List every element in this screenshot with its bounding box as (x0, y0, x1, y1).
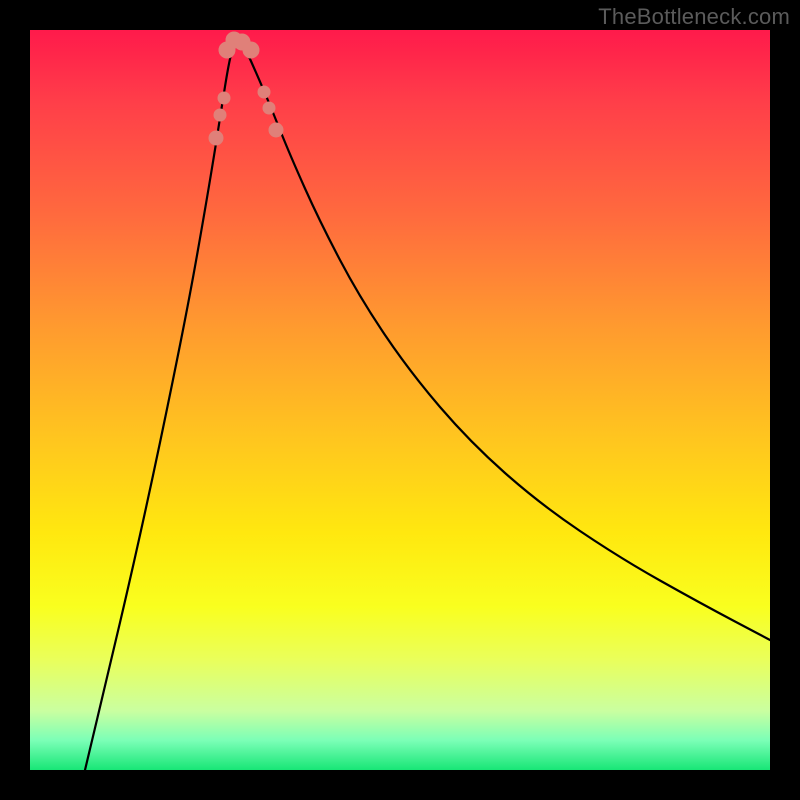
plot-area (30, 30, 770, 770)
watermark-text: TheBottleneck.com (598, 4, 790, 30)
data-marker (243, 42, 259, 58)
curve-right-branch (238, 35, 770, 640)
data-marker (209, 131, 223, 145)
data-markers (209, 32, 283, 145)
data-marker (214, 109, 226, 121)
data-marker (218, 92, 230, 104)
data-marker (269, 123, 283, 137)
data-marker (263, 102, 275, 114)
data-marker (258, 86, 270, 98)
curve-svg (30, 30, 770, 770)
chart-frame: TheBottleneck.com (0, 0, 800, 800)
